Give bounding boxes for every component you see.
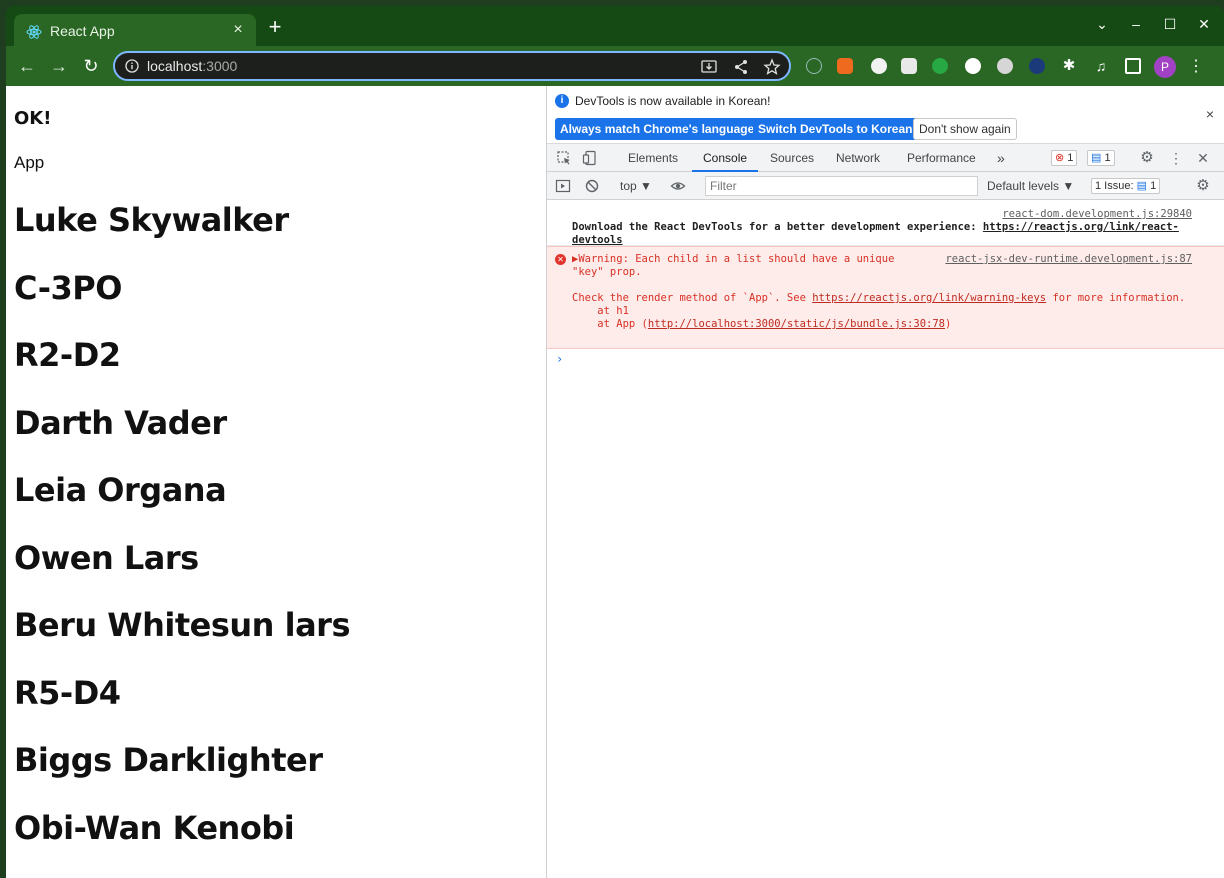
message-source-link[interactable]: react-dom.development.js:29840 (1002, 208, 1192, 220)
extension-check-icon[interactable] (1029, 58, 1045, 74)
message-count-badge[interactable]: ▤ 1 (1087, 150, 1115, 166)
back-arrow-icon[interactable]: ← (16, 55, 38, 77)
console-error-message: ✕ ▶Warning: Each child in a list should … (547, 246, 1224, 349)
console-output: react-dom.development.js:29840 Download … (547, 200, 1224, 878)
message-icon: ▤ (1091, 152, 1102, 164)
dont-show-again-button[interactable]: Don't show again (913, 118, 1017, 140)
tab-performance[interactable]: Performance (907, 144, 976, 172)
error-count-badge[interactable]: ⊗ 1 (1051, 150, 1078, 166)
character-heading: C-3PO (14, 268, 122, 307)
inspect-element-icon[interactable] (556, 150, 572, 166)
clear-console-icon[interactable] (584, 178, 600, 194)
message-text: Download the React DevTools for a better… (572, 221, 1179, 246)
extension-ex-icon[interactable] (837, 58, 853, 74)
character-heading: Biggs Darklighter (14, 741, 323, 779)
react-logo-icon (26, 25, 42, 39)
bundle-source-link[interactable]: http://localhost:3000/static/js/bundle.j… (648, 318, 945, 330)
character-heading: Darth Vader (14, 403, 227, 442)
tab-sources[interactable]: Sources (770, 144, 814, 172)
extension-record-icon[interactable] (871, 58, 887, 74)
browser-menu-icon[interactable]: ⋮ (1188, 56, 1204, 76)
character-heading: Leia Organa (14, 471, 227, 509)
tab-elements[interactable]: Elements (628, 144, 678, 172)
extension-window-icon[interactable] (901, 58, 917, 74)
character-heading: Obi-Wan Kenobi (14, 808, 295, 847)
tab-react-app[interactable]: React App × (14, 14, 256, 50)
context-selector[interactable]: top ▼ (620, 172, 652, 200)
extension-circle-icon[interactable] (965, 58, 981, 74)
media-control-icon[interactable]: ♫ (1093, 58, 1109, 74)
install-app-icon[interactable] (700, 58, 718, 76)
bookmark-star-icon[interactable] (763, 58, 781, 76)
extensions-puzzle-icon[interactable]: ✱ (1061, 58, 1077, 74)
devtools-panel: i DevTools is now available in Korean! A… (546, 86, 1224, 878)
character-heading: Luke Skywalker (14, 201, 289, 239)
maximize-button[interactable]: ☐ (1158, 16, 1182, 33)
warning-toggle[interactable]: ▶Warning: Each child in a list should ha… (572, 253, 932, 279)
filter-input[interactable]: Filter (705, 176, 978, 196)
console-toolbar: top ▼ Filter Default levels ▼ 1 Issue: ▤… (547, 172, 1224, 200)
component-label: App (14, 153, 45, 172)
warning-details: Check the render method of `App`. See ht… (572, 292, 1186, 330)
character-heading: Beru Whitesun lars (14, 606, 350, 644)
address-bar[interactable]: localhost:3000 (113, 51, 791, 81)
side-panel-icon[interactable] (1125, 58, 1141, 74)
language-infobar: i DevTools is now available in Korean! A… (547, 86, 1224, 144)
close-window-button[interactable]: ✕ (1192, 16, 1216, 33)
devtools-tabbar: Elements Console Sources Network Perform… (547, 144, 1224, 172)
status-text: OK! (14, 108, 52, 129)
device-toolbar-icon[interactable] (582, 150, 598, 166)
message-source-link[interactable]: react-jsx-dev-runtime.development.js:87 (945, 253, 1192, 266)
minimize-button[interactable]: – (1124, 16, 1148, 33)
browser-window: React App × + ⌄ – ☐ ✕ ← → ↻ localhost:30… (6, 6, 1224, 878)
tab-console[interactable]: Console (692, 144, 759, 172)
character-heading: Owen Lars (14, 538, 199, 577)
close-infobar-icon[interactable]: × (1206, 106, 1214, 122)
issues-badge[interactable]: 1 Issue: ▤ 1 (1091, 178, 1161, 194)
browser-toolbar: ← → ↻ localhost:3000 ✱ ♫ P ⋮ (6, 46, 1224, 86)
live-expression-eye-icon[interactable] (670, 178, 686, 194)
page-content: OK! App Luke Skywalker C-3PO R2-D2 Darth… (6, 86, 546, 878)
console-message: react-dom.development.js:29840 Download … (547, 200, 1224, 246)
close-devtools-icon[interactable]: ✕ (1195, 150, 1211, 166)
issue-icon: ▤ (1136, 180, 1147, 192)
more-tabs-icon[interactable]: » (997, 144, 1005, 172)
reload-icon[interactable]: ↻ (80, 55, 102, 77)
console-prompt[interactable]: › (556, 352, 563, 366)
warning-keys-link[interactable]: https://reactjs.org/link/warning-keys (812, 292, 1046, 304)
tab-strip: React App × + ⌄ – ☐ ✕ (6, 6, 1224, 50)
window-controls: ⌄ – ☐ ✕ (1090, 16, 1216, 33)
profile-avatar[interactable]: P (1154, 56, 1176, 78)
tab-search-icon[interactable]: ⌄ (1090, 16, 1114, 33)
error-icon: ✕ (555, 254, 566, 265)
console-settings-icon[interactable]: ⚙ (1195, 178, 1211, 194)
error-icon: ⊗ (1055, 152, 1065, 164)
info-icon: i (555, 94, 569, 108)
extension-flower-icon[interactable] (997, 58, 1013, 74)
customize-menu-icon[interactable]: ⋮ (1168, 150, 1184, 166)
tab-title: React App (50, 23, 115, 39)
settings-gear-icon[interactable]: ⚙ (1139, 150, 1155, 166)
url-text: localhost:3000 (147, 58, 238, 74)
tab-network[interactable]: Network (836, 144, 880, 172)
switch-korean-button[interactable]: Switch DevTools to Korean (753, 118, 918, 140)
sidebar-toggle-icon[interactable] (555, 178, 571, 194)
new-tab-button[interactable]: + (264, 16, 286, 38)
character-heading: R2-D2 (14, 336, 121, 374)
match-language-button[interactable]: Always match Chrome's language (555, 118, 760, 140)
close-tab-icon[interactable]: × (228, 21, 248, 39)
extension-sync-icon[interactable] (806, 58, 822, 74)
character-list: Luke Skywalker C-3PO R2-D2 Darth Vader L… (14, 199, 350, 874)
extension-green-icon[interactable] (932, 58, 948, 74)
forward-arrow-icon[interactable]: → (48, 55, 70, 77)
infobar-message: DevTools is now available in Korean! (575, 94, 771, 108)
log-levels-dropdown[interactable]: Default levels ▼ (987, 172, 1074, 200)
site-info-icon[interactable] (125, 59, 139, 73)
character-heading: R5-D4 (14, 673, 121, 712)
share-icon[interactable] (732, 58, 750, 76)
